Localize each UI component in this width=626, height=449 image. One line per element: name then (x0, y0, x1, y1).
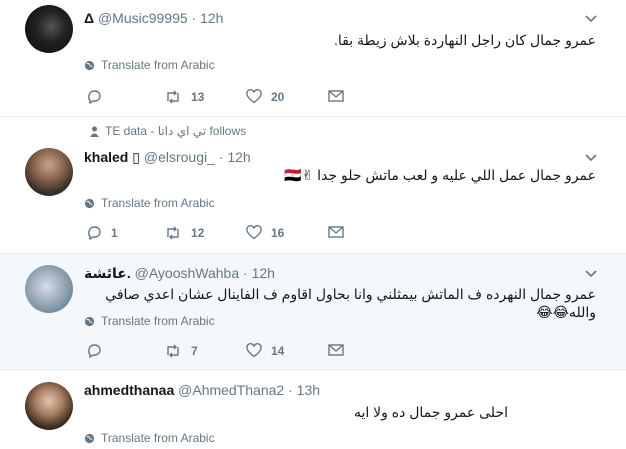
translate-label: Translate from Arabic (101, 196, 215, 210)
tweet[interactable]: TE data - تي اي داتا follows khaled ▯ @e… (0, 117, 626, 254)
person-icon (90, 126, 99, 137)
avatar[interactable] (25, 265, 73, 313)
timestamp[interactable]: 12h (252, 265, 275, 281)
reply-count: 1 (111, 226, 118, 240)
handle[interactable]: @Music99995 (98, 10, 188, 26)
tweet-actions: 7 14 (86, 343, 356, 363)
globe-icon (84, 316, 95, 326)
tweet-actions: 13 20 (86, 89, 356, 109)
translate-label: Translate from Arabic (101, 58, 215, 72)
tweet-header: ahmedthanaa @AhmedThana2 · 13h (84, 382, 321, 398)
handle[interactable]: @AyooshWahba (135, 265, 240, 281)
message-icon (328, 90, 344, 102)
heart-icon (246, 225, 262, 240)
reply-icon (88, 344, 101, 359)
avatar[interactable] (25, 5, 73, 53)
globe-icon (84, 433, 95, 443)
direct-message-button[interactable] (328, 89, 344, 103)
reply-button[interactable] (86, 343, 111, 359)
avatar[interactable] (25, 148, 73, 196)
tweet-text: عمرو جمال كان راجل النهاردة بلاش زيطة بق… (333, 32, 596, 48)
retweet-button[interactable]: 13 (164, 89, 204, 105)
translate-label: Translate from Arabic (101, 431, 215, 445)
timestamp[interactable]: 13h (297, 382, 320, 398)
direct-message-button[interactable] (328, 225, 344, 239)
translate-link[interactable]: Translate from Arabic (84, 58, 215, 72)
direct-message-button[interactable] (328, 343, 344, 357)
display-name[interactable]: عائشة. (84, 265, 131, 281)
retweet-icon (167, 90, 179, 104)
avatar[interactable] (25, 382, 73, 430)
globe-icon (84, 198, 95, 208)
name-badge: ▯ (132, 149, 140, 165)
like-count: 20 (271, 89, 285, 104)
timestamp[interactable]: 12h (227, 149, 250, 165)
caret-down-icon[interactable] (584, 12, 598, 26)
heart-icon (246, 343, 262, 358)
social-context: TE data - تي اي داتا follows (90, 124, 246, 138)
like-button[interactable]: 16 (246, 225, 284, 240)
display-name[interactable]: ahmedthanaa (84, 382, 174, 398)
social-context-text[interactable]: TE data - تي اي داتا follows (105, 124, 246, 138)
translate-link[interactable]: Translate from Arabic (84, 196, 215, 210)
globe-icon (84, 60, 95, 70)
display-name[interactable]: Δ (84, 10, 94, 26)
handle[interactable]: @AhmedThana2 (178, 382, 284, 398)
retweet-count: 7 (191, 344, 198, 358)
reply-icon (88, 90, 101, 105)
like-button[interactable]: 20 (246, 89, 284, 104)
tweet[interactable]: عائشة. @AyooshWahba · 12h عمرو جمال النه… (0, 254, 626, 370)
handle[interactable]: @elsrougi_ (144, 149, 215, 165)
reply-icon (88, 226, 101, 241)
reply-button[interactable]: 1 (86, 225, 118, 241)
message-icon (328, 226, 344, 238)
like-button[interactable]: 14 (246, 343, 284, 358)
tweet[interactable]: Δ @Music99995 · 12h عمرو جمال كان راجل ا… (0, 0, 626, 117)
caret-down-icon[interactable] (584, 267, 598, 281)
retweet-button[interactable]: 7 (164, 343, 198, 359)
retweet-count: 12 (191, 226, 205, 240)
tweet-header: Δ @Music99995 · 12h (84, 10, 224, 26)
tweet-text: احلى عمرو جمال ده ولا ايه (353, 404, 508, 420)
like-count: 14 (271, 343, 285, 358)
retweet-icon (167, 226, 179, 240)
heart-icon (246, 89, 262, 104)
display-name[interactable]: khaled (84, 149, 128, 165)
translate-link[interactable]: Translate from Arabic (84, 431, 215, 445)
reply-button[interactable] (86, 89, 111, 105)
like-count: 16 (271, 225, 285, 240)
tweet-header: khaled ▯ @elsrougi_ · 12h (84, 149, 251, 165)
timestamp[interactable]: 12h (200, 10, 223, 26)
message-icon (328, 344, 344, 356)
retweet-icon (167, 344, 179, 358)
tweet-actions: 1 12 16 (86, 225, 356, 245)
caret-down-icon[interactable] (584, 151, 598, 165)
translate-link[interactable]: Translate from Arabic (84, 314, 215, 328)
translate-label: Translate from Arabic (101, 314, 215, 328)
tweet[interactable]: ahmedthanaa @AhmedThana2 · 13h احلى عمرو… (0, 370, 626, 449)
tweet-header: عائشة. @AyooshWahba · 12h (84, 265, 275, 281)
tweet-text: عمرو جمال عمل اللي عليه و لعب ماتش حلو ج… (284, 167, 596, 183)
retweet-count: 13 (191, 90, 205, 104)
retweet-button[interactable]: 12 (164, 225, 204, 241)
